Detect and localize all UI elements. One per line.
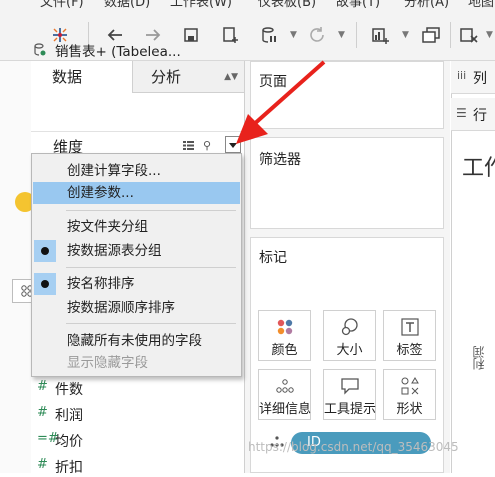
measure-label: 折扣 [55, 460, 83, 476]
menu-map[interactable]: 地图 [468, 0, 494, 10]
menu-item-label: 创建参数... [67, 185, 134, 201]
tooltip-button[interactable]: 工具提示 [323, 369, 376, 420]
menu-item-sort-by-name[interactable]: 按名称排序 [33, 273, 240, 295]
chevron-down-icon[interactable]: ▼ [338, 30, 345, 40]
menu-item-label: 按文件夹分组 [67, 219, 148, 235]
measure-label: 件数 [55, 382, 83, 398]
save-icon[interactable] [178, 22, 204, 48]
menu-item-label: 创建计算字段... [67, 163, 161, 179]
tooltip-label: 工具提示 [324, 402, 377, 417]
rows-icon: ☰ [456, 106, 467, 120]
measure-icon: # [37, 405, 48, 420]
menu-separator [66, 210, 236, 211]
measure-label: 均价 [55, 434, 83, 450]
menu-item-hide-unused-fields[interactable]: 隐藏所有未使用的字段 [33, 330, 240, 352]
menu-item-group-by-folder[interactable]: 按文件夹分组 [33, 216, 240, 238]
toolbar-separator [356, 22, 357, 48]
clear-icon[interactable] [456, 22, 482, 48]
new-worksheet-icon[interactable] [368, 22, 394, 48]
size-icon [339, 317, 361, 337]
menu-item-sort-by-datasource-order[interactable]: 按数据源顺序排序 [33, 297, 240, 319]
radio-checked-icon [34, 240, 56, 262]
menu-item-show-hidden-fields: 显示隐藏字段 [33, 352, 240, 374]
list-item[interactable]: # 利润 [37, 405, 83, 425]
menu-item-label: 显示隐藏字段 [67, 355, 148, 371]
columns-icon: iii [457, 69, 467, 82]
refresh-icon[interactable] [304, 22, 330, 48]
menu-worksheet[interactable]: 工作表(W) [170, 0, 232, 10]
menu-item-label: 按数据源表分组 [67, 243, 162, 259]
size-button[interactable]: 大小 [323, 310, 376, 361]
detail-button[interactable]: 详细信息 [258, 369, 311, 420]
columns-shelf[interactable]: iii 列 [451, 61, 495, 94]
radio-checked-icon [34, 273, 56, 295]
menu-item-group-by-datasource-table[interactable]: 按数据源表分组 [33, 240, 240, 262]
menu-analysis[interactable]: 分析(A) [404, 0, 449, 10]
menu-item-label: 按数据源顺序排序 [67, 300, 175, 316]
detail-label: 详细信息 [259, 402, 312, 417]
color-icon [274, 317, 296, 337]
menu-bar: 文件(F) 数据(D) 工作表(W) 仪表板(B) 故事(T) 分析(A) 地图 [0, 0, 495, 10]
tab-analysis[interactable]: 分析 ▲▼ [132, 61, 244, 93]
menu-dashboard[interactable]: 仪表板(B) [258, 0, 316, 10]
menu-story[interactable]: 故事(T) [336, 0, 380, 10]
tooltip-icon [339, 376, 361, 396]
chevron-down-icon[interactable]: ▼ [486, 30, 493, 40]
menu-separator [66, 323, 236, 324]
context-menu: 创建计算字段... 创建参数... 按文件夹分组 按数据源表分组 按名称排序 按… [31, 153, 242, 377]
menu-separator [66, 267, 236, 268]
measure-icon: # [37, 379, 48, 394]
marks-title: 标记 [259, 250, 287, 266]
measure-label: 利润 [55, 408, 83, 424]
search-icon[interactable]: ⚲ [203, 139, 211, 152]
text-label-icon [399, 317, 421, 337]
rows-shelf[interactable]: ☰ 行 [451, 98, 495, 131]
columns-label: 列 [473, 71, 487, 87]
color-button[interactable]: 颜色 [258, 310, 311, 361]
label-button[interactable]: 标签 [383, 310, 436, 361]
calculated-measure-icon: =# [37, 431, 59, 446]
menu-item-label: 按名称排序 [67, 276, 135, 292]
label-label: 标签 [396, 343, 423, 358]
shape-icon [399, 376, 421, 396]
pause-icon[interactable] [256, 22, 282, 48]
tab-analysis-label: 分析 [151, 68, 182, 86]
rows-label: 行 [473, 108, 487, 124]
detail-icon [274, 376, 296, 396]
datasource-label[interactable]: 销售表+ (Tabelea... [55, 40, 181, 60]
chevron-down-icon[interactable]: ▼ [402, 30, 409, 40]
worksheet-title[interactable]: 工作 [462, 150, 495, 182]
chevron-down-icon[interactable]: ▼ [290, 30, 297, 40]
menu-file[interactable]: 文件(F) [40, 0, 84, 10]
shape-button[interactable]: 形状 [383, 369, 436, 420]
grid-view-icon[interactable] [183, 141, 194, 150]
menu-data[interactable]: 数据(D) [104, 0, 150, 10]
toolbar-separator [450, 22, 451, 48]
list-item[interactable]: # 件数 [37, 379, 83, 399]
shape-label: 形状 [396, 402, 423, 417]
duplicate-icon[interactable] [418, 22, 444, 48]
menu-item-create-calculated-field[interactable]: 创建计算字段... [33, 160, 240, 182]
axis-label: 利润 [472, 346, 486, 370]
list-item[interactable]: # 折扣 [37, 457, 83, 477]
menu-item-label: 隐藏所有未使用的字段 [67, 333, 202, 349]
datasource-icon [34, 43, 46, 56]
red-arrow-annotation [236, 60, 326, 144]
size-label: 大小 [336, 343, 363, 358]
watermark: https://blog.csdn.net/qq_35463045 [248, 440, 459, 454]
left-gutter [0, 61, 31, 473]
menu-item-create-parameter[interactable]: 创建参数... [33, 182, 240, 204]
new-datasource-icon[interactable] [218, 22, 244, 48]
measure-icon: # [37, 457, 48, 472]
color-label: 颜色 [271, 343, 298, 358]
list-item[interactable]: =# 均价 [37, 431, 83, 451]
